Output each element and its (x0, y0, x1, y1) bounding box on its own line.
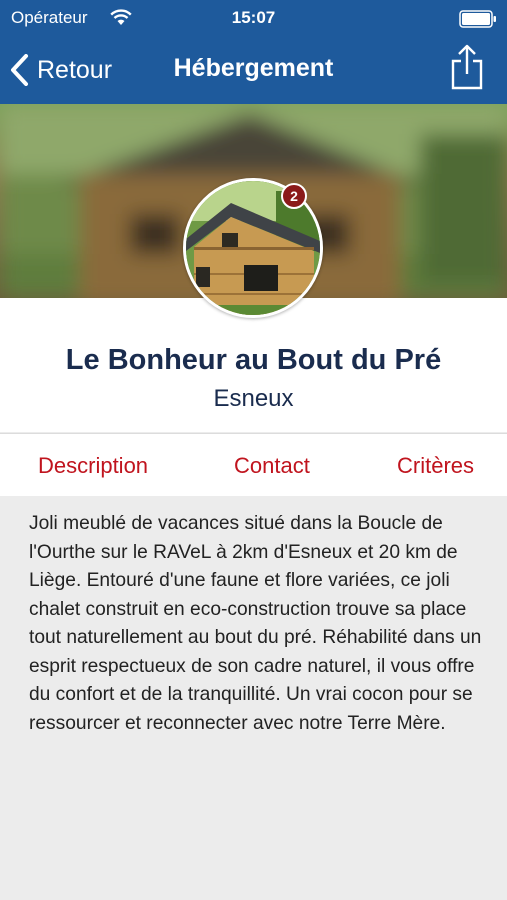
listing-city: Esneux (213, 385, 294, 412)
header: Opérateur 15:07 Retour Hébergement (0, 0, 507, 104)
status-bar: Opérateur 15:07 (0, 0, 507, 38)
listing-title: Le Bonheur au Bout du Pré (65, 344, 442, 376)
description-panel: Joli meublé de vacances situé dans la Bo… (0, 496, 507, 900)
description-text: Joli meublé de vacances situé dans la Bo… (29, 513, 482, 734)
notification-badge: 2 (281, 183, 307, 209)
battery-icon (459, 10, 496, 28)
clock: 15:07 (231, 8, 276, 27)
navigation-bar: Retour Hébergement (0, 38, 507, 104)
tab-criteres[interactable]: Critères (397, 434, 474, 497)
tab-contact[interactable]: Contact (234, 434, 310, 497)
tab-bar: Description Contact Critères (0, 433, 507, 496)
listing-header: Le Bonheur au Bout du Pré Esneux (0, 298, 507, 432)
page-title: Hébergement (173, 54, 334, 82)
tab-description[interactable]: Description (38, 434, 148, 497)
share-icon[interactable] (447, 44, 487, 90)
